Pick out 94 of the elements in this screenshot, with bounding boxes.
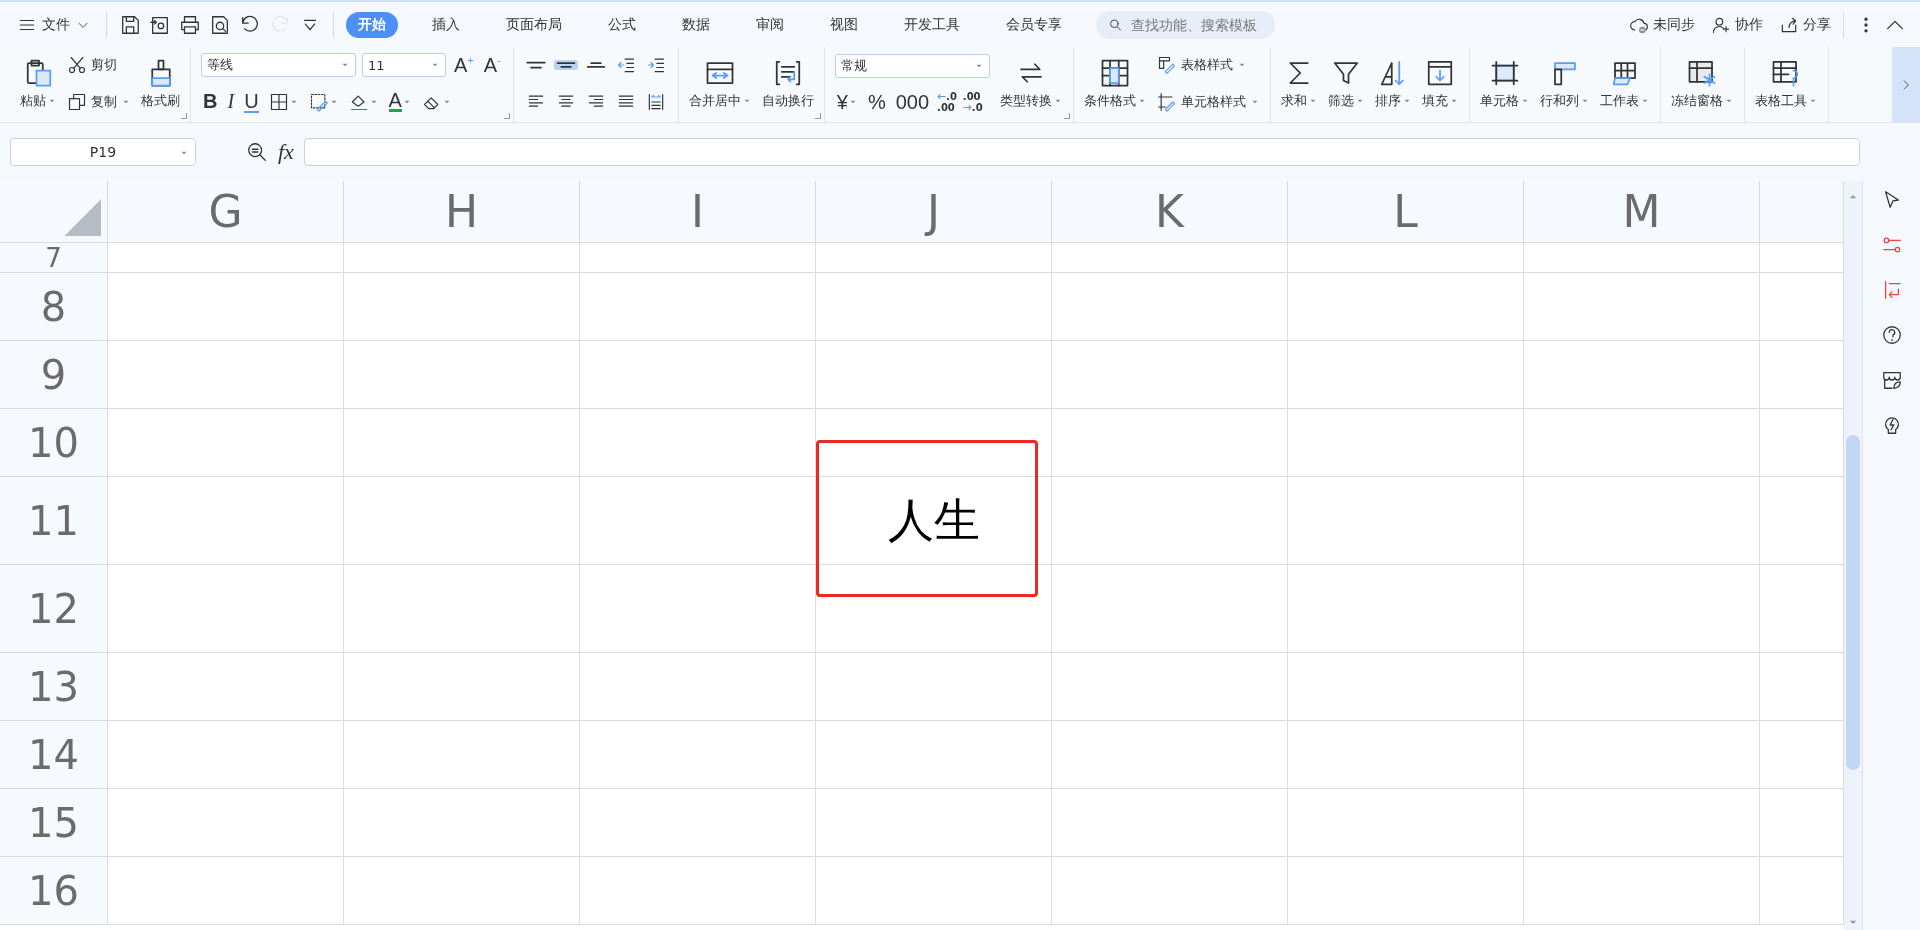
scissors-icon xyxy=(67,55,87,76)
ribbon-tab[interactable]: 数据 xyxy=(670,11,722,38)
dropdown-field[interactable]: 常规 xyxy=(834,53,990,78)
ribbon-tab[interactable]: 会员专享 xyxy=(994,11,1074,38)
formula-input[interactable] xyxy=(303,138,1860,166)
row-header[interactable]: 15 xyxy=(0,789,108,857)
column-header[interactable]: K xyxy=(1052,181,1288,243)
launcher-icon[interactable] xyxy=(1063,113,1070,119)
ribbon-button[interactable]: 条件格式 xyxy=(1083,57,1147,110)
row-header[interactable]: 14 xyxy=(0,721,108,789)
preview-icon[interactable] xyxy=(209,13,231,36)
ribbon-button[interactable]: 格式刷 xyxy=(141,57,180,110)
format-button[interactable]: I xyxy=(225,90,237,114)
conditional-format-icon xyxy=(1100,57,1131,88)
ribbon-button[interactable]: 表格样式 xyxy=(1156,55,1247,76)
ribbon-tab[interactable]: 插入 xyxy=(420,11,472,38)
align-bottom-icon xyxy=(585,62,606,69)
row-header[interactable]: 8 xyxy=(0,273,108,341)
column-header[interactable]: L xyxy=(1288,181,1524,243)
ribbon-tab[interactable]: 页面布局 xyxy=(494,11,574,38)
column-header[interactable]: J xyxy=(816,181,1052,243)
dropdown-field[interactable]: 等线 xyxy=(201,53,356,78)
launcher-icon[interactable] xyxy=(814,113,821,119)
copy-icon xyxy=(67,91,87,112)
save-icon[interactable] xyxy=(119,13,141,36)
decimal-button[interactable]: .0 .00 xyxy=(937,91,957,113)
ribbon-button[interactable]: 行和列 xyxy=(1539,57,1590,110)
border-icon xyxy=(268,91,289,112)
ribbon-button[interactable]: 冻结窗格 xyxy=(1670,57,1734,110)
scrollbar-thumb[interactable] xyxy=(1846,435,1860,770)
sliders-icon[interactable] xyxy=(1880,234,1903,256)
ribbon-button[interactable]: 排序 xyxy=(1374,57,1412,110)
table-style-icon xyxy=(1156,55,1177,76)
ribbon-button[interactable]: 粘贴 xyxy=(20,57,57,110)
store-icon[interactable] xyxy=(1880,369,1903,391)
format-button[interactable]: U xyxy=(242,90,261,113)
ribbon-tab[interactable]: 公式 xyxy=(596,11,648,38)
name-box[interactable]: P19 xyxy=(10,138,196,166)
format-button[interactable]: 000 xyxy=(893,90,932,114)
column-header[interactable]: I xyxy=(580,181,816,243)
print-icon[interactable] xyxy=(179,13,201,36)
row-header[interactable]: 11 xyxy=(0,477,108,565)
align-top-icon xyxy=(525,61,546,70)
ribbon-button[interactable]: 单元格样式 xyxy=(1156,91,1260,112)
ribbon-button[interactable]: 求和 xyxy=(1280,57,1318,110)
format-button[interactable]: % xyxy=(865,90,888,114)
format-button[interactable]: A$^{-}$ xyxy=(481,53,503,77)
ribbon-tab[interactable]: 审阅 xyxy=(744,11,796,38)
ribbon-button[interactable]: 单元格 xyxy=(1479,57,1530,110)
row-header[interactable]: 9 xyxy=(0,341,108,409)
row-header[interactable]: 7 xyxy=(0,243,108,273)
row-header[interactable]: 16 xyxy=(0,857,108,925)
ribbon-button[interactable]: 工作表 xyxy=(1599,57,1650,110)
ribbon-button[interactable]: 复制 xyxy=(67,91,131,112)
arrow-left-icon xyxy=(937,94,947,99)
vertical-scrollbar[interactable] xyxy=(1844,181,1862,930)
search-icon xyxy=(1108,16,1123,33)
align-middle-icon xyxy=(555,62,576,69)
row-header[interactable]: 10 xyxy=(0,409,108,477)
arrow-right-icon xyxy=(962,105,972,110)
format-button[interactable]: B xyxy=(201,90,220,114)
format-button[interactable]: ¥ xyxy=(834,90,860,114)
ribbon-button[interactable]: 表格工具 xyxy=(1754,57,1818,110)
cell-style-icon xyxy=(1156,91,1177,112)
function-label[interactable]: fx xyxy=(278,139,294,165)
help-icon[interactable] xyxy=(1880,324,1903,346)
column-header[interactable]: M xyxy=(1524,181,1760,243)
ribbon-button[interactable]: 自动换行 xyxy=(761,57,814,110)
cell-pen-icon xyxy=(308,91,329,112)
ribbon-button[interactable]: 剪切 xyxy=(67,55,117,76)
toolbar-button[interactable]: 分享 xyxy=(1779,14,1831,35)
column-header[interactable]: G xyxy=(108,181,344,243)
table-cell: 人生 xyxy=(816,477,1052,565)
ribbon-button[interactable]: 合并居中 xyxy=(688,57,752,110)
format-button[interactable]: A$^{+}$ xyxy=(452,53,476,77)
ribbon-tab[interactable]: 视图 xyxy=(818,11,870,38)
file-menu[interactable]: 文件 xyxy=(14,11,94,38)
toolbar-button[interactable]: 协作 xyxy=(1711,14,1763,35)
toolbar-button[interactable]: 未同步 xyxy=(1629,14,1695,35)
decimal-button[interactable]: .00 .0 xyxy=(962,91,983,113)
launcher-icon[interactable] xyxy=(503,113,510,119)
ribbon-button[interactable]: 类型转换 xyxy=(999,57,1063,110)
zoom-icon[interactable] xyxy=(246,141,268,163)
row-header[interactable]: 12 xyxy=(0,565,108,653)
dropdown-field[interactable]: 11 xyxy=(362,53,446,78)
ribbon-button[interactable]: 筛选 xyxy=(1327,57,1365,110)
ribbon-button[interactable]: 填充 xyxy=(1421,57,1459,110)
ribbon-tab[interactable]: 开发工具 xyxy=(892,11,972,38)
icon-button[interactable] xyxy=(553,60,578,71)
search-field[interactable]: 查找功能、搜索模板 xyxy=(1096,10,1275,39)
column-header[interactable]: H xyxy=(344,181,580,243)
row-header[interactable]: 13 xyxy=(0,653,108,721)
launcher-icon[interactable] xyxy=(181,113,187,119)
format-button[interactable]: A xyxy=(386,91,414,113)
